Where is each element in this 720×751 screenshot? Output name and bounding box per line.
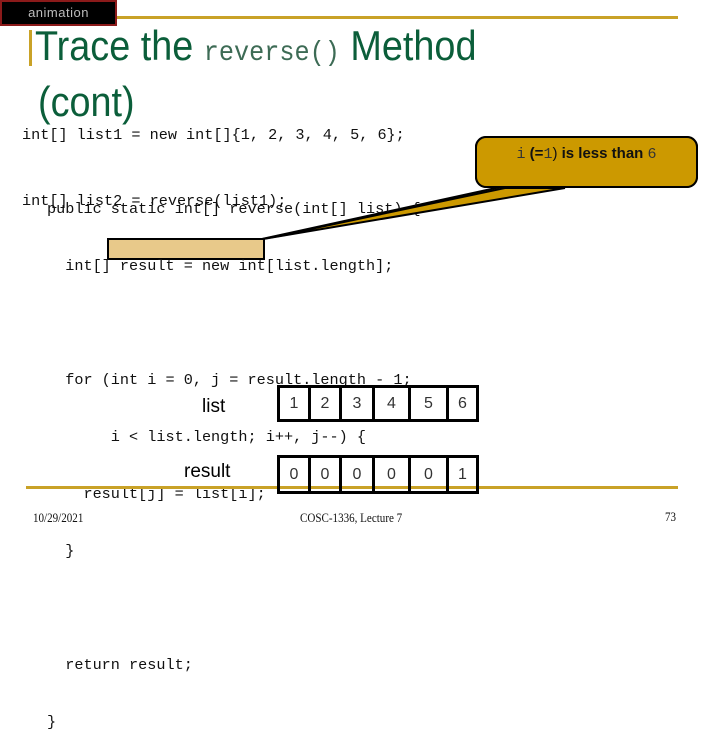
callout-text: i (=1) is less than 6 bbox=[475, 137, 698, 171]
result-array: 0 0 0 0 0 1 bbox=[277, 455, 479, 494]
result-label: result bbox=[184, 461, 231, 482]
code-line: public static int[] reverse(int[] list) … bbox=[47, 200, 421, 218]
footer-date: 10/29/2021 bbox=[33, 510, 84, 525]
footer-course: COSC-1336, Lecture 7 bbox=[300, 510, 403, 525]
code-line: return result; bbox=[47, 656, 193, 674]
code-line: } bbox=[47, 542, 75, 560]
array-cell: 0 bbox=[375, 458, 411, 491]
callout-open: (= bbox=[525, 145, 544, 162]
code-line: i < list.length; i++, j--) { bbox=[47, 428, 366, 446]
array-cell: 1 bbox=[458, 465, 467, 483]
array-cell: 0 bbox=[280, 458, 311, 491]
code-line: int[] result = new int[list.length]; bbox=[47, 257, 394, 275]
array-cell: 0 bbox=[342, 458, 375, 491]
array-cell: 3 bbox=[342, 388, 375, 419]
callout-limit: 6 bbox=[647, 146, 657, 163]
array-cell: 0 bbox=[411, 458, 449, 491]
callout-middle: is less than bbox=[557, 145, 648, 162]
array-cell: 5 bbox=[411, 388, 449, 419]
array-cell: 4 bbox=[375, 388, 411, 419]
list-array: 1 2 3 4 5 6 bbox=[277, 385, 479, 422]
callout-var: i bbox=[516, 146, 526, 163]
array-cell: 6 bbox=[458, 394, 467, 412]
code-line: } bbox=[47, 713, 57, 731]
array-cell: 2 bbox=[311, 388, 342, 419]
footer-page-number: 73 bbox=[665, 509, 677, 524]
list-label: list bbox=[202, 396, 226, 417]
array-cell: 0 bbox=[311, 458, 342, 491]
array-cell: 1 bbox=[280, 388, 311, 419]
